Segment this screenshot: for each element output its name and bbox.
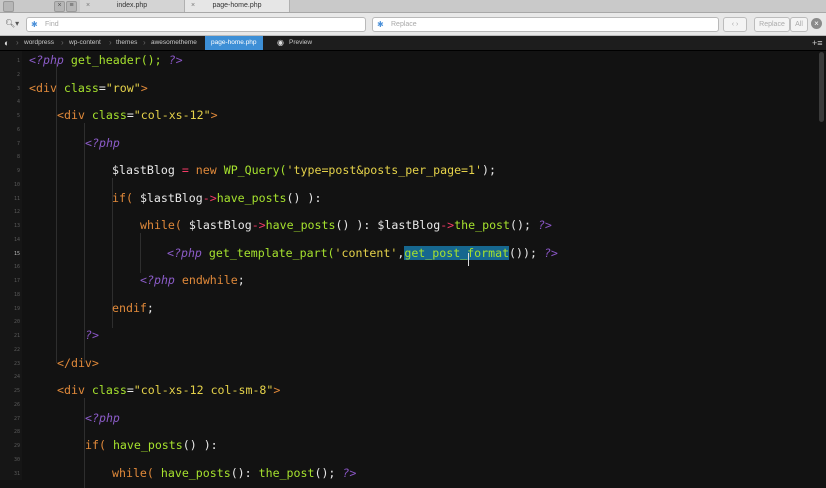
replace-input[interactable]: ✱ Replace xyxy=(372,17,719,32)
code-line-27: <?php xyxy=(85,411,120,425)
close-tab-icon[interactable]: × xyxy=(86,0,90,11)
selected-text[interactable]: get_post_format xyxy=(404,246,510,260)
chevron-right-icon: › xyxy=(61,38,64,47)
find-input[interactable]: ✱ Find xyxy=(26,17,366,32)
code-line-25: <div class="col-xs-12 col-sm-8"> xyxy=(57,383,281,397)
code-line-23: </div> xyxy=(57,356,99,370)
breadcrumb-item-themes[interactable]: themes xyxy=(116,36,137,50)
regex-icon: ✱ xyxy=(377,20,384,29)
code-line-11: if( $lastBlog->have_posts() ): xyxy=(112,191,322,205)
find-placeholder: Find xyxy=(45,21,59,28)
code-line-17: <?php endwhile; xyxy=(140,273,245,287)
tab-bar: × ≡ × index.php × page-home.php xyxy=(0,0,826,13)
replace-button[interactable]: Replace xyxy=(754,17,790,32)
code-line-7: <?php xyxy=(85,136,120,150)
breadcrumb-item-wp-content[interactable]: wp-content xyxy=(69,36,101,50)
prev-next-buttons[interactable]: ‹ › xyxy=(723,17,747,32)
code-line-15: <?php get_template_part('content',get_po… xyxy=(167,246,558,260)
code-line-3: <div class="row"> xyxy=(29,81,148,95)
breadcrumb-item-current-file[interactable]: page-home.php xyxy=(205,36,263,50)
code-line-5: <div class="col-xs-12"> xyxy=(57,108,218,122)
code-line-31: while( have_posts(): the_post(); ?> xyxy=(112,466,357,480)
scrollbar[interactable] xyxy=(819,52,824,122)
chevron-right-icon: › xyxy=(143,38,146,47)
breadcrumb-item-awesometheme[interactable]: awesometheme xyxy=(151,36,197,50)
code-line-21: ?> xyxy=(85,328,99,342)
tab-page-home-php[interactable]: × page-home.php xyxy=(185,0,290,12)
replace-all-button[interactable]: All xyxy=(790,17,808,32)
toggle-sidebar-icon[interactable]: ◐ xyxy=(4,36,9,50)
find-replace-bar: 🔍︎▾ ✱ Find ✱ Replace ‹ › Replace All × xyxy=(0,13,826,36)
add-menu-icon[interactable]: +≡ xyxy=(812,38,823,48)
chevron-right-icon: › xyxy=(16,38,19,47)
tab-close-all-button[interactable]: × xyxy=(54,1,65,12)
preview-button[interactable]: Preview xyxy=(289,36,312,50)
tab-label: page-home.php xyxy=(212,2,262,9)
code-line-1: <?php get_header(); ?> xyxy=(29,53,183,67)
chevron-right-icon: › xyxy=(109,38,112,47)
tab-label: index.php xyxy=(116,2,148,9)
search-options-icon[interactable]: 🔍︎▾ xyxy=(5,19,19,28)
close-tab-icon[interactable]: × xyxy=(191,0,195,11)
tab-nav-button[interactable] xyxy=(3,1,14,12)
code-line-19: endif; xyxy=(112,301,154,315)
replace-placeholder: Replace xyxy=(391,21,417,28)
code-line-29: if( have_posts() ): xyxy=(85,438,218,452)
eye-icon[interactable]: ◉ xyxy=(277,36,284,50)
close-icon[interactable]: × xyxy=(811,18,822,29)
code-editor[interactable]: <?php get_header(); ?> <div class="row">… xyxy=(0,51,826,480)
breadcrumb-item-wordpress[interactable]: wordpress xyxy=(24,36,54,50)
breadcrumb: ◐ › wordpress › wp-content › themes › aw… xyxy=(0,36,826,51)
tab-index-php[interactable]: × index.php xyxy=(80,0,185,12)
tab-list-button[interactable]: ≡ xyxy=(66,1,77,12)
text-cursor xyxy=(468,253,469,266)
code-line-9: $lastBlog = new WP_Query('type=post&post… xyxy=(112,163,496,177)
code-line-13: while( $lastBlog->have_posts() ): $lastB… xyxy=(140,218,552,232)
regex-icon: ✱ xyxy=(31,20,38,29)
